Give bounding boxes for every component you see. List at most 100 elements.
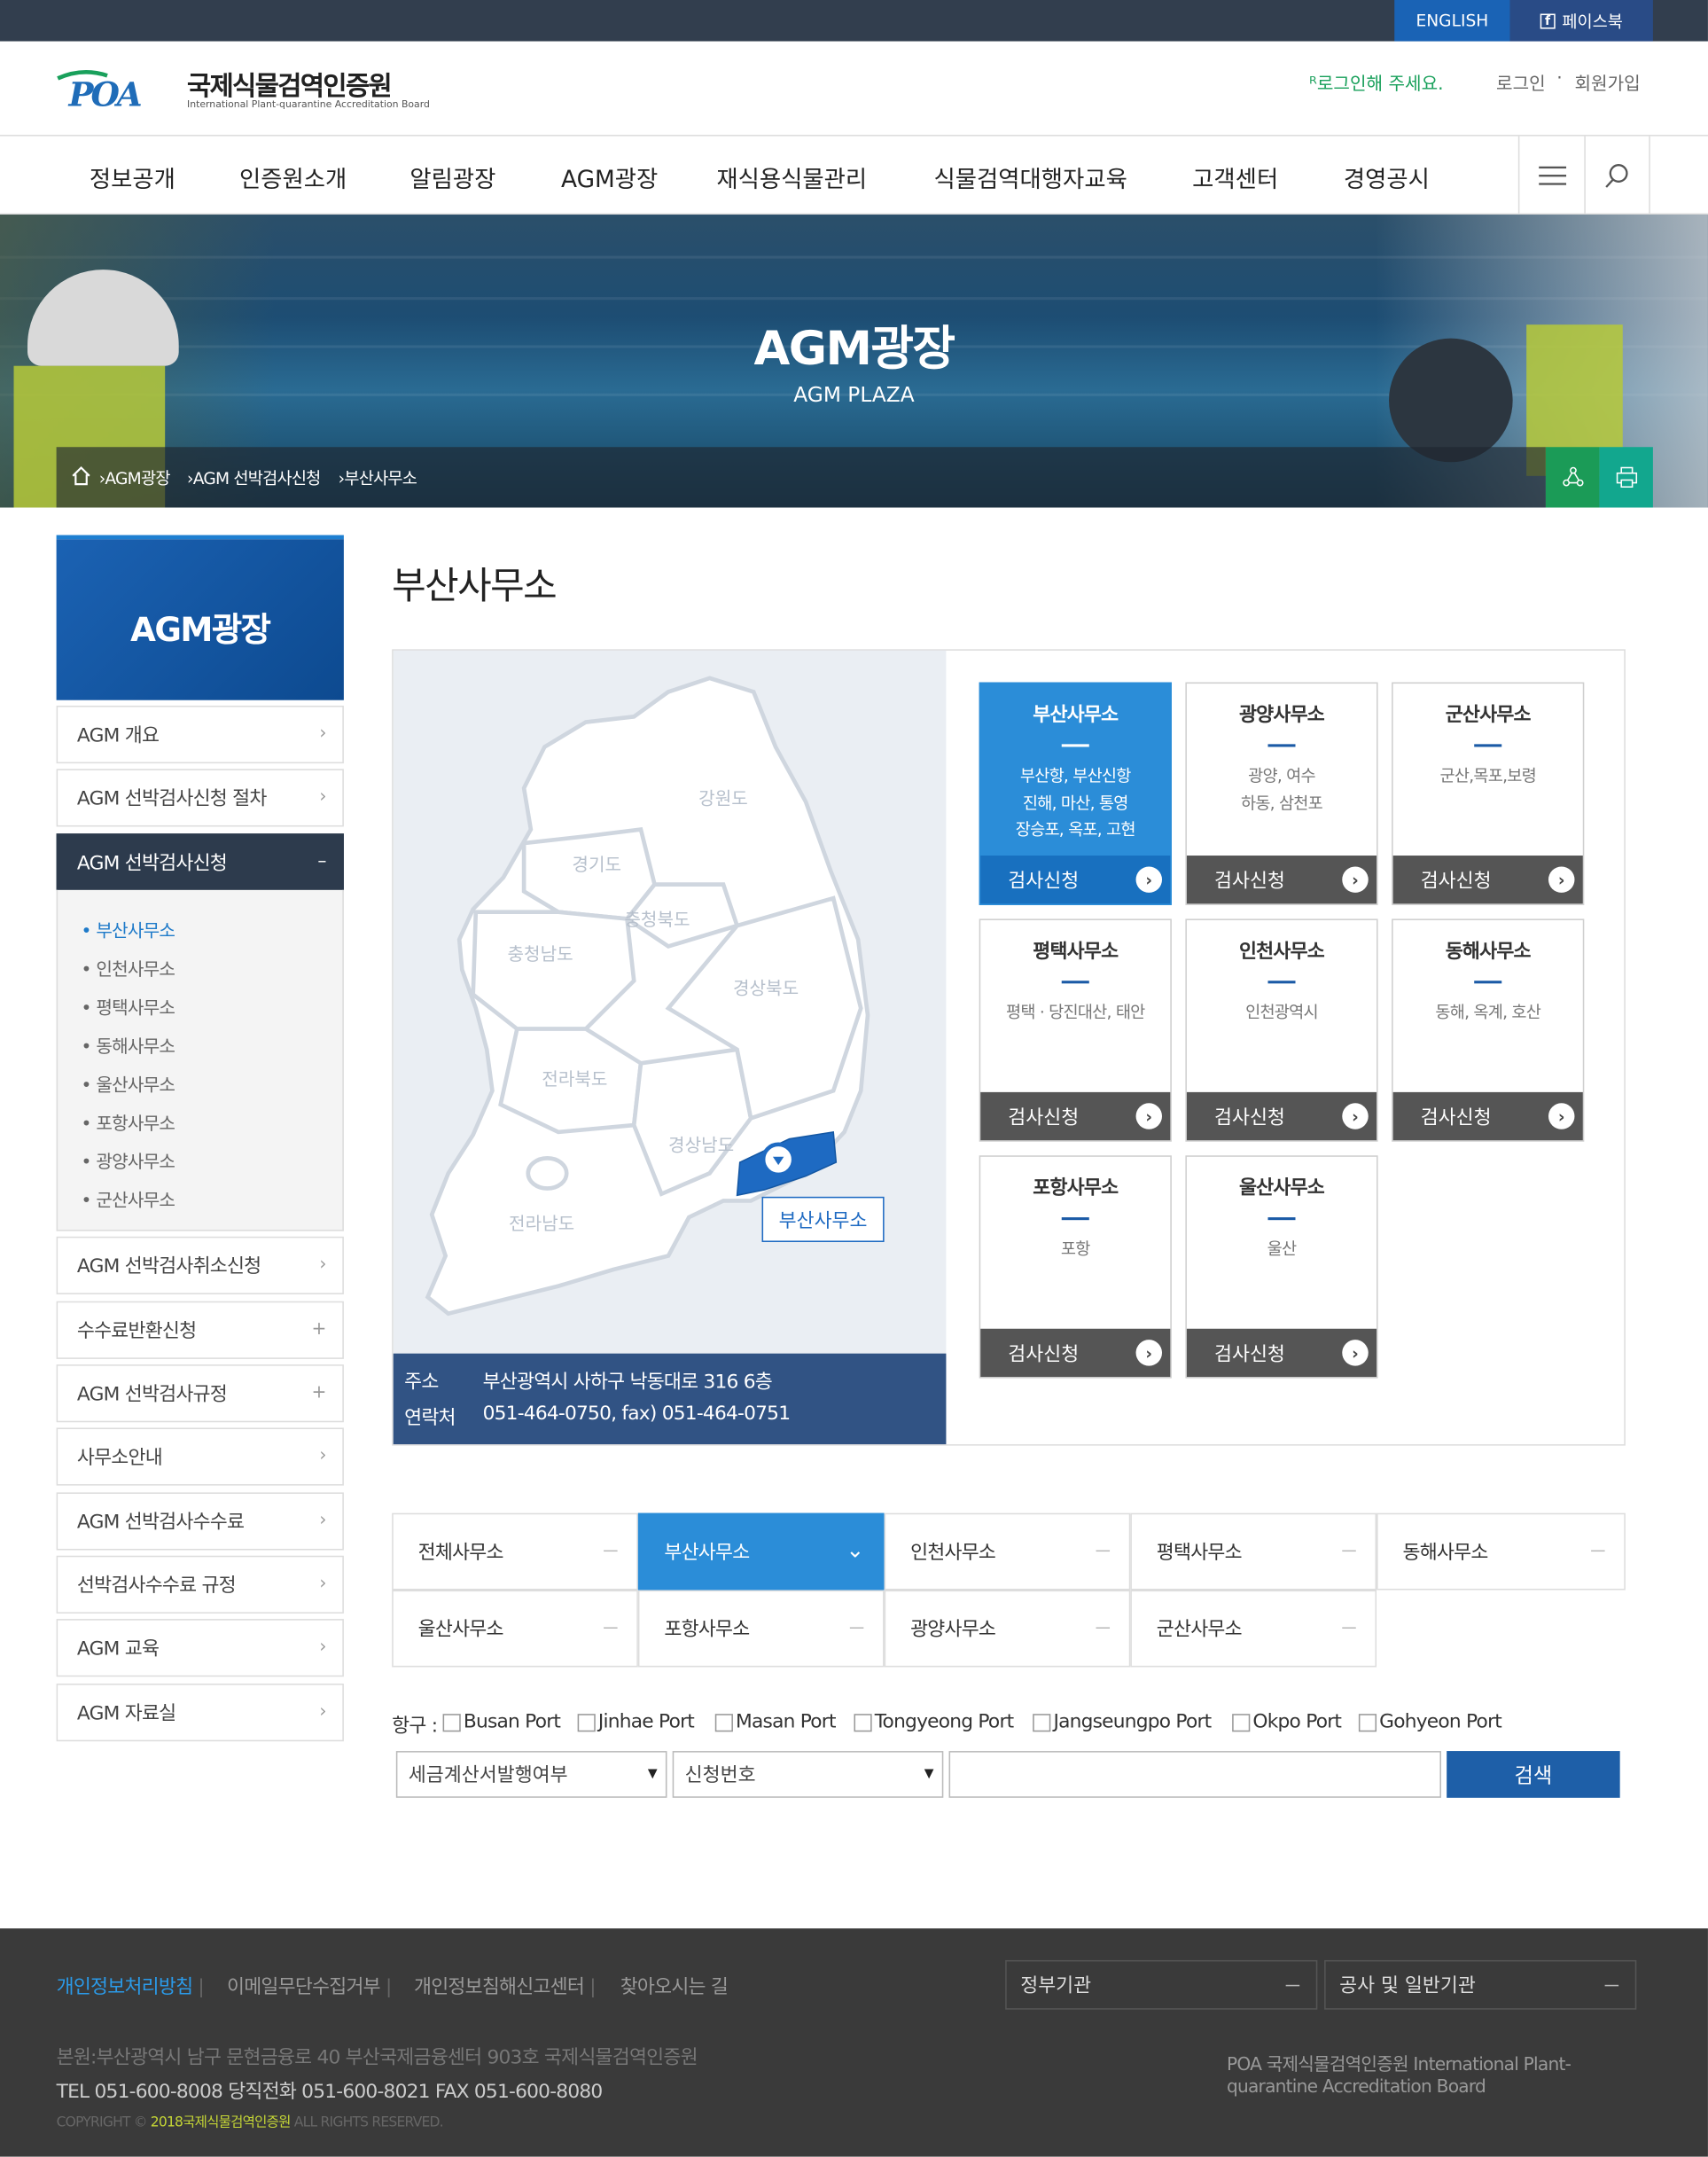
- sidebar-item-archive[interactable]: AGM 자료실 ›: [56, 1684, 344, 1742]
- sidebar-item-application[interactable]: AGM 선박검사신청 –: [56, 833, 344, 892]
- tax-invoice-select[interactable]: 세금계산서발행여부 ▼: [395, 1751, 667, 1798]
- footer-link-report[interactable]: 개인정보침해신고센터 |: [414, 1973, 597, 2000]
- search-button[interactable]: [1584, 136, 1650, 215]
- sidebar-item-procedure[interactable]: AGM 선박검사신청 절차 ›: [56, 769, 344, 827]
- english-link[interactable]: ENGLISH: [1394, 0, 1510, 42]
- sidebar-item-cancel[interactable]: AGM 선박검사취소신청 ›: [56, 1236, 344, 1294]
- submenu-item-gwangyang[interactable]: • 광양사무소: [82, 1147, 175, 1173]
- footer-link-directions[interactable]: 찾아오시는 길: [620, 1973, 729, 2000]
- logo-title: 국제식물검역인증원: [187, 71, 393, 102]
- checkbox-icon: [577, 1713, 596, 1731]
- sidebar-item-fee-rules[interactable]: 선박검사수수료 규정 ›: [56, 1555, 344, 1614]
- gnb-item-agm[interactable]: AGM광장: [561, 160, 658, 194]
- sidebar-item-offices[interactable]: 사무소안내 ›: [56, 1427, 344, 1486]
- footer-link-email[interactable]: 이메일무단수집거부 |: [227, 1973, 392, 2000]
- gnb-item-about[interactable]: 인증원소개: [239, 160, 347, 194]
- submenu-item-pyeongtaek[interactable]: • 평택사무소: [82, 993, 175, 1019]
- port-checkbox-okpo[interactable]: Okpo Port: [1232, 1711, 1342, 1733]
- port-checkbox-jangseungpo[interactable]: Jangseungpo Port: [1033, 1711, 1212, 1733]
- gnb-item-plants[interactable]: 재식용식물관리: [716, 160, 867, 194]
- gnb-item-management[interactable]: 경영공시: [1344, 160, 1430, 194]
- tab-pohang[interactable]: 포항사무소: [637, 1590, 885, 1668]
- share-icon: [1562, 466, 1583, 487]
- tab-incheon[interactable]: 인천사무소: [884, 1512, 1131, 1590]
- sidebar-item-refund[interactable]: 수수료반환신청 +: [56, 1301, 344, 1359]
- port-checkbox-gohyeon[interactable]: Gohyeon Port: [1358, 1711, 1502, 1733]
- office-card-gwangyang: 광양사무소 광양, 여수 하동, 삼천포 검사신청 ›: [1185, 682, 1378, 905]
- submenu-item-incheon[interactable]: • 인천사무소: [82, 955, 175, 981]
- map-marker-label: 부산사무소: [761, 1196, 885, 1243]
- apply-button[interactable]: 검사신청 ›: [1186, 1091, 1377, 1141]
- office-area: 울산: [1267, 1239, 1298, 1259]
- sidebar-item-label: AGM 선박검사신청: [76, 852, 228, 875]
- address-label: 주소: [404, 1371, 439, 1394]
- korea-map-graphic: 강원도 경기도 충청북도 충청남도 경상북도 전라북도 경상남도 전라남도: [425, 676, 870, 1317]
- tab-pyeongtaek[interactable]: 평택사무소: [1130, 1512, 1377, 1590]
- search-type-select[interactable]: 신청번호 ▼: [672, 1751, 944, 1798]
- map-label-gangwon: 강원도: [698, 788, 748, 809]
- sidebar-item-label: AGM 개요: [76, 724, 160, 747]
- footer-address: 본원:부산광역시 남구 문현금융로 40 부산국제금융센터 903호 국제식물검…: [56, 2046, 698, 2069]
- port-checkbox-tongyeong[interactable]: Tongyeong Port: [854, 1711, 1014, 1733]
- gnb-item-notice[interactable]: 알림광장: [409, 160, 495, 194]
- sidebar-item-fees[interactable]: AGM 선박검사수수료 ›: [56, 1492, 344, 1551]
- sidebar-title: AGM광장: [130, 610, 271, 650]
- apply-button[interactable]: 검사신청 ›: [1186, 856, 1377, 904]
- tab-ulsan[interactable]: 울산사무소: [392, 1590, 638, 1668]
- print-button[interactable]: [1599, 447, 1653, 508]
- port-checkbox-jinhae[interactable]: Jinhae Port: [577, 1711, 695, 1733]
- gnb-item-info[interactable]: 정보공개: [90, 160, 175, 194]
- arrow-right-icon: ›: [1342, 866, 1369, 893]
- tab-gwangyang[interactable]: 광양사무소: [884, 1590, 1131, 1668]
- office-name: 광양사무소: [1238, 704, 1325, 727]
- tab-donghae[interactable]: 동해사무소: [1377, 1512, 1626, 1590]
- breadcrumb-item[interactable]: ›AGM광장: [99, 466, 171, 489]
- menu-button[interactable]: [1517, 136, 1584, 215]
- login-link[interactable]: 로그인: [1496, 69, 1546, 95]
- breadcrumb-item[interactable]: ›부산사무소: [339, 466, 417, 489]
- checkbox-icon: [714, 1713, 733, 1731]
- sidebar-item-label: AGM 자료실: [76, 1702, 176, 1725]
- tab-all[interactable]: 전체사무소: [392, 1512, 638, 1590]
- site-logo[interactable]: POA: [55, 65, 179, 114]
- office-card-pyeongtaek: 평택사무소 평택 · 당진대산, 태안 검사신청 ›: [979, 918, 1172, 1142]
- port-checkbox-busan[interactable]: Busan Port: [442, 1711, 561, 1733]
- breadcrumb-item[interactable]: ›AGM 선박검사신청: [187, 466, 321, 489]
- sidebar-item-rules[interactable]: AGM 선박검사규정 +: [56, 1364, 344, 1423]
- submenu-item-busan[interactable]: • 부산사무소: [82, 916, 175, 942]
- submenu-item-donghae[interactable]: • 동해사무소: [82, 1032, 175, 1058]
- facebook-link[interactable]: f 페이스북: [1509, 0, 1653, 42]
- footer-agency-select[interactable]: 공사 및 일반기관: [1324, 1959, 1637, 2010]
- submenu-item-ulsan[interactable]: • 울산사무소: [82, 1070, 175, 1096]
- korea-map: 강원도 경기도 충청북도 충청남도 경상북도 전라북도 경상남도 전라남도: [393, 650, 947, 1354]
- gnb-item-customer[interactable]: 고객센터: [1192, 160, 1278, 194]
- tab-gunsan[interactable]: 군산사무소: [1130, 1590, 1377, 1668]
- apply-button[interactable]: 검사신청 ›: [1186, 1328, 1377, 1378]
- footer-gov-select[interactable]: 정부기관: [1005, 1959, 1318, 2010]
- logo-mark: POA: [68, 74, 142, 113]
- office-card-donghae: 동해사무소 동해, 옥계, 호산 검사신청 ›: [1392, 918, 1585, 1142]
- sidebar-item-education[interactable]: AGM 교육 ›: [56, 1619, 344, 1677]
- join-link[interactable]: 회원가입: [1574, 69, 1640, 95]
- submenu-item-pohang[interactable]: • 포항사무소: [82, 1109, 175, 1135]
- sidebar-item-overview[interactable]: AGM 개요 ›: [56, 705, 344, 764]
- home-icon[interactable]: [70, 465, 92, 492]
- apply-button[interactable]: 검사신청 ›: [980, 856, 1171, 904]
- checkbox-icon: [854, 1713, 872, 1731]
- chevron-right-icon: ›: [319, 1701, 326, 1723]
- search-input[interactable]: [948, 1751, 1441, 1798]
- submenu-item-gunsan[interactable]: • 군산사무소: [82, 1185, 175, 1212]
- port-checkbox-masan[interactable]: Masan Port: [714, 1711, 836, 1733]
- apply-button[interactable]: 검사신청 ›: [1392, 856, 1583, 904]
- tab-busan[interactable]: 부산사무소 ⌄: [637, 1512, 885, 1590]
- apply-button[interactable]: 검사신청 ›: [980, 1328, 1171, 1378]
- chevron-right-icon: ›: [319, 723, 326, 745]
- checkbox-icon: [1033, 1713, 1051, 1731]
- gnb-item-education[interactable]: 식물검역대행자교육: [933, 160, 1127, 194]
- search-submit-button[interactable]: 검색: [1447, 1751, 1620, 1798]
- share-button[interactable]: [1545, 447, 1600, 508]
- footer-link-privacy[interactable]: 개인정보처리방침 |: [57, 1973, 205, 2000]
- apply-button[interactable]: 검사신청 ›: [1392, 1091, 1583, 1141]
- apply-button[interactable]: 검사신청 ›: [980, 1091, 1171, 1141]
- office-card-ulsan: 울산사무소 울산 검사신청 ›: [1185, 1155, 1378, 1379]
